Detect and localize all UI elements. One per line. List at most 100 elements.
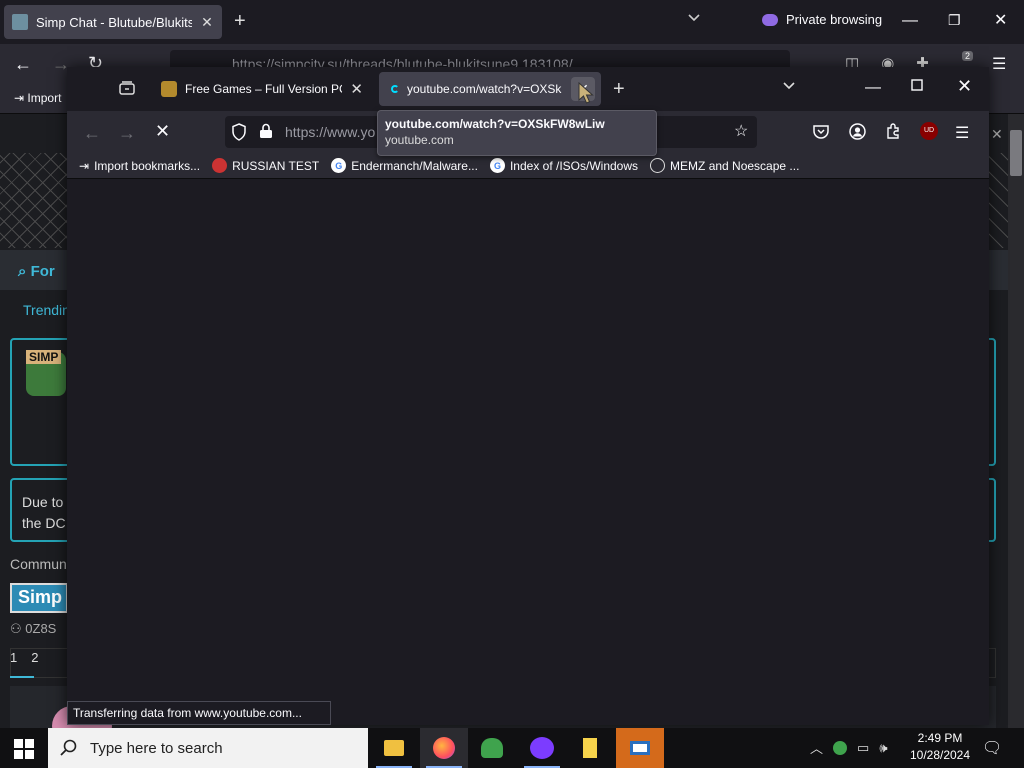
- back-arrow-icon[interactable]: ←: [83, 123, 101, 144]
- page-content-area[interactable]: [67, 179, 989, 725]
- close-tab-icon[interactable]: ✕: [200, 14, 214, 31]
- notice-line-2: the DC: [22, 515, 66, 531]
- taskbar-people-app[interactable]: [468, 728, 516, 768]
- bookmark-import-label: Import: [27, 91, 62, 105]
- nav-trending-link[interactable]: Trendin: [23, 302, 70, 318]
- maximize-button[interactable]: [911, 79, 923, 91]
- back-arrow-icon[interactable]: ←: [14, 54, 32, 75]
- presentation-icon: [630, 741, 650, 755]
- ublock-origin-icon[interactable]: UD: [920, 122, 938, 140]
- search-red-icon: [212, 158, 228, 173]
- forward-arrow-icon[interactable]: →: [118, 123, 136, 144]
- folder-icon: [384, 740, 404, 756]
- page-link-2[interactable]: 2: [31, 650, 38, 665]
- pagination: 1 2: [10, 650, 38, 665]
- notice-text: Due to the DC: [22, 492, 66, 534]
- notes-icon: [583, 738, 597, 758]
- hamburger-menu-icon[interactable]: ☰: [992, 54, 1006, 74]
- globe-icon: [650, 158, 666, 173]
- tab-title: youtube.com/watch?v=OXSk: [407, 82, 562, 96]
- system-tray: ︿ ▭ 🕪: [810, 738, 888, 757]
- bookmark-label: Endermanch/Malware...: [351, 158, 478, 173]
- hamburger-menu-icon[interactable]: ☰: [955, 123, 969, 143]
- tab-title: Simp Chat - Blutube/Blukitsune: [36, 14, 192, 30]
- tab-free-games[interactable]: Free Games – Full Version PC Ga ✕: [155, 72, 369, 106]
- current-page-underline: [10, 676, 34, 678]
- tab-title: Free Games – Full Version PC Ga: [185, 82, 342, 96]
- bookmark-import[interactable]: ⇥ Import bookmarks...: [79, 159, 200, 173]
- foreground-browser-window: Free Games – Full Version PC Ga ✕ youtub…: [67, 67, 989, 725]
- clock-time: 2:49 PM: [917, 731, 963, 745]
- bookmarks-toolbar: ⇥ Import bookmarks... RUSSIAN TEST G End…: [67, 153, 989, 179]
- windows-start-icon[interactable]: [14, 739, 34, 759]
- tab-tooltip: youtube.com/watch?v=OXSkFW8wLiw youtube.…: [377, 110, 657, 156]
- search-placeholder: Type here to search: [90, 739, 223, 757]
- bookmark-import[interactable]: ⇥ Import: [14, 91, 61, 105]
- taskbar-presentation-app[interactable]: [616, 728, 664, 768]
- close-window-button[interactable]: ✕: [994, 10, 1007, 30]
- list-all-tabs-chevron-icon[interactable]: [783, 82, 795, 90]
- people-tray-icon[interactable]: [833, 740, 848, 755]
- minimize-button[interactable]: —: [902, 12, 918, 30]
- firefox-icon: [433, 737, 455, 759]
- free-games-favicon-icon: [161, 81, 177, 97]
- close-tab-icon[interactable]: ✕: [350, 80, 363, 98]
- taskbar-private-browser[interactable]: [518, 728, 566, 768]
- search-icon: [60, 739, 78, 757]
- tooltip-host: youtube.com: [385, 133, 454, 147]
- notice-line-1: Due to: [22, 494, 64, 510]
- show-hidden-icons-chevron-icon[interactable]: ︿: [810, 738, 823, 757]
- list-all-tabs-chevron-icon[interactable]: [688, 14, 700, 22]
- bookmark-memz-noescape[interactable]: MEMZ and Noescape ...: [650, 158, 799, 173]
- taskbar-search-box[interactable]: Type here to search: [48, 728, 368, 768]
- simp-tag-button[interactable]: Simp: [10, 583, 68, 613]
- bookmark-label: MEMZ and Noescape ...: [670, 158, 800, 173]
- page-link-1[interactable]: 1: [10, 650, 17, 665]
- url-text[interactable]: https://www.yo: [285, 124, 375, 140]
- toolbar-right-icons: UD: [812, 122, 938, 140]
- restore-button[interactable]: ❐: [948, 12, 961, 29]
- google-icon: G: [331, 158, 347, 173]
- new-tab-button[interactable]: +: [613, 78, 625, 101]
- extension-badge: 2: [962, 51, 974, 61]
- tab-youtube-active[interactable]: youtube.com/watch?v=OXSk ✕: [379, 72, 601, 106]
- pocket-icon[interactable]: [812, 122, 830, 140]
- taskbar-clock[interactable]: 2:49 PM 10/28/2024: [900, 730, 980, 764]
- tracking-protection-shield-icon[interactable]: [231, 123, 247, 141]
- bookmark-isos-windows[interactable]: G Index of /ISOs/Windows: [489, 158, 638, 173]
- page-scrollbar[interactable]: [1008, 114, 1024, 728]
- scrollbar-thumb[interactable]: [1010, 130, 1022, 176]
- minimize-button[interactable]: —: [865, 79, 881, 97]
- spiderweb-decoration-right: [988, 153, 1008, 248]
- people-icon: [481, 738, 503, 758]
- close-notice-icon[interactable]: ✕: [991, 126, 1003, 143]
- taskbar-sticky-notes[interactable]: [566, 728, 614, 768]
- loading-spinner-icon: [391, 85, 399, 93]
- bookmark-label: Import bookmarks...: [94, 158, 201, 173]
- nav-forums-link[interactable]: ⌕ For: [18, 263, 55, 280]
- thread-author[interactable]: ⚇ 0Z8S: [10, 621, 56, 637]
- nav-forums-label: For: [30, 263, 55, 280]
- private-mask-icon: [762, 13, 778, 26]
- bookmark-russian-test[interactable]: RUSSIAN TEST: [212, 158, 319, 173]
- taskbar-file-explorer[interactable]: [370, 728, 418, 768]
- new-tab-button[interactable]: +: [234, 11, 246, 31]
- lock-icon[interactable]: [259, 123, 273, 139]
- spiderweb-decoration-left: [0, 153, 70, 248]
- stop-loading-icon[interactable]: ✕: [155, 121, 170, 142]
- status-bar: Transferring data from www.youtube.com..…: [67, 701, 331, 725]
- taskbar-firefox[interactable]: [420, 728, 468, 768]
- private-mask-icon: [530, 737, 554, 759]
- notification-center-icon[interactable]: 🗨: [982, 738, 1002, 758]
- close-window-button[interactable]: ✕: [957, 76, 972, 97]
- bookmark-star-icon[interactable]: ☆: [734, 121, 748, 141]
- volume-icon[interactable]: 🕪: [879, 740, 887, 756]
- clock-date: 10/28/2024: [909, 748, 971, 762]
- extensions-puzzle-icon[interactable]: [884, 122, 902, 140]
- mouse-cursor-icon: [578, 82, 594, 104]
- background-tab-simp-chat[interactable]: Simp Chat - Blutube/Blukitsune ✕: [4, 5, 222, 39]
- firefox-view-icon[interactable]: [119, 81, 135, 95]
- bookmark-endermanch-malware[interactable]: G Endermanch/Malware...: [331, 158, 478, 173]
- account-icon[interactable]: [848, 122, 866, 140]
- network-icon[interactable]: ▭: [857, 740, 869, 756]
